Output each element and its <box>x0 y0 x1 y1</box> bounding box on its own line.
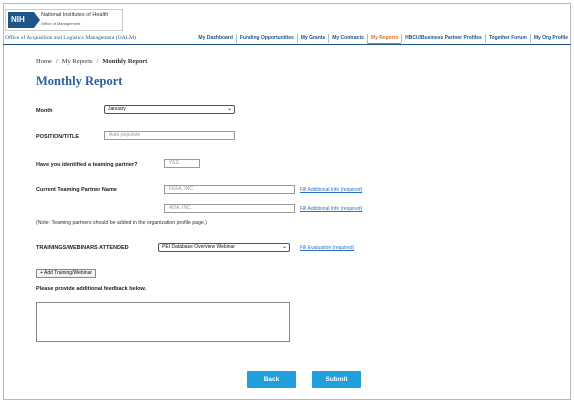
breadcrumb-separator: / <box>96 58 99 65</box>
page-title: Monthly Report <box>36 74 123 88</box>
trainings-label: TRAININGS/WEBINARS ATTENDED <box>36 245 129 251</box>
training-select-value: PEI Database Overview Webinar <box>162 244 235 250</box>
month-label: Month <box>36 108 53 114</box>
nih-logo[interactable]: NIH National Institutes of Health Office… <box>5 9 123 31</box>
chevron-down-icon: ⌄ <box>281 244 287 250</box>
feedback-label: Please provide additional feedback below… <box>36 286 147 292</box>
nav-item-dashboard[interactable]: My Dashboard <box>195 34 235 43</box>
breadcrumb-current: Monthly Report <box>102 58 148 65</box>
nav-item-funding[interactable]: Funding Opportunities <box>235 34 297 43</box>
header-divider <box>3 44 571 45</box>
office-name: Office of Acquisition and Logistics Mana… <box>5 35 137 41</box>
position-field[interactable]: Auto-populate <box>104 131 235 140</box>
training-select[interactable]: PEI Database Overview Webinar ⌄ <box>158 243 290 252</box>
partner-name-label: Current Teaming Partner Name <box>36 187 117 193</box>
partner-additional-info-link[interactable]: Fill Additional Info (required) <box>300 187 362 193</box>
main-nav: My Dashboard Funding Opportunities My Gr… <box>195 33 571 44</box>
breadcrumb-home[interactable]: Home <box>36 58 52 65</box>
partner-name-field[interactable]: FEFA, INC. <box>164 185 295 194</box>
nav-item-org-profile[interactable]: My Org Profile <box>529 34 571 43</box>
nih-badge: NIH <box>8 12 40 28</box>
nav-item-forum[interactable]: Together Forum <box>484 34 530 43</box>
month-select[interactable]: January ⌄ <box>104 105 235 114</box>
teaming-question-label: Have you identified a teaming partner? <box>36 162 138 168</box>
fill-evaluation-link[interactable]: Fill Evaluation (required) <box>300 245 354 251</box>
breadcrumb-reports[interactable]: My Reports <box>62 58 93 65</box>
position-label: POSITION/TITLE <box>36 134 80 140</box>
chevron-down-icon: ⌄ <box>226 106 232 112</box>
nav-item-contracts[interactable]: My Contracts <box>328 34 367 43</box>
breadcrumb-separator: / <box>55 58 58 65</box>
nav-item-partner-profiles[interactable]: HBCU/Business Partner Profiles <box>401 34 485 43</box>
back-button[interactable]: Back <box>247 371 296 388</box>
nav-item-reports[interactable]: My Reports <box>366 33 402 44</box>
org-name: National Institutes of Health <box>41 12 109 18</box>
teaming-answer-field[interactable]: YES <box>164 159 200 168</box>
submit-button[interactable]: Submit <box>312 371 361 388</box>
add-training-button[interactable]: + Add Training/Webinar <box>36 269 96 278</box>
partner-additional-info-link[interactable]: Fill Additional Info (required) <box>300 206 362 212</box>
month-select-value: January <box>108 106 126 112</box>
feedback-textarea[interactable] <box>36 302 290 342</box>
org-sub: Office of Management <box>41 21 81 26</box>
nav-item-grants[interactable]: My Grants <box>296 34 328 43</box>
breadcrumb: Home / My Reports / Monthly Report <box>36 58 147 65</box>
partner-name-field[interactable]: ADA, INC. <box>164 204 295 213</box>
partner-note: (Note: Teaming partners should be added … <box>36 220 207 226</box>
